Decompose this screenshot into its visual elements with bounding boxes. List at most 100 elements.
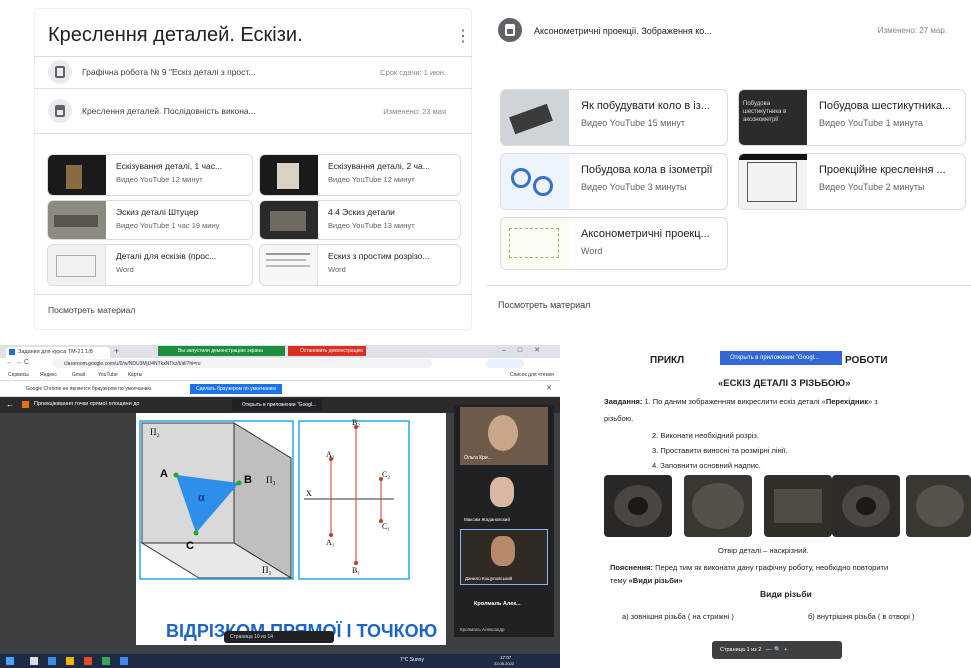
participants-panel: Ольга Кри... Максим Жадановский Данило К… <box>454 405 554 637</box>
task-text: 1. По даним зображенням викреслити ескіз… <box>644 397 826 406</box>
attachment-card[interactable]: Як побудувати коло в із... Видео YouTube… <box>500 89 728 146</box>
taskbar-apps <box>30 657 190 665</box>
view-material-link[interactable]: Посмотреть материал <box>48 305 135 315</box>
attachment-meta: Видео YouTube 13 минут <box>328 221 415 230</box>
bookmark-youtube[interactable]: YouTube <box>98 372 118 378</box>
attachment-card[interactable]: Аксонометричні проекц... Word <box>500 217 728 270</box>
part-photo <box>764 475 832 537</box>
document-title: «ЕСКІЗ ДЕТАЛІ З РІЗЬБОЮ» <box>718 378 851 389</box>
back-arrow-icon[interactable]: ← <box>6 400 14 409</box>
pdf-viewer: ← Проекціювання точки прямої площини до … <box>0 397 560 668</box>
attachment-card[interactable]: Ескізування деталі, 1 час... Видео YouTu… <box>47 154 253 196</box>
attachment-card[interactable]: Побудова кола в ізометрії Видео YouTube … <box>500 153 728 210</box>
task-item: 2. Виконати необхідний розріз. <box>652 431 759 440</box>
explanation-topic-prefix: тему <box>610 576 627 585</box>
bookmark-maps[interactable]: Карты <box>128 372 142 378</box>
file-title: Проекціювання точки прямої площини до <box>34 401 140 407</box>
open-with-button[interactable]: Открыть в приложении "Googl... <box>232 399 322 411</box>
bookmarks-bar: Сервисы Яндекс Gmail YouTube Карты Списо… <box>0 370 560 381</box>
page-separator: из <box>261 634 267 640</box>
attachment-card[interactable]: Ескізування деталі, 2 ча... Видео YouTub… <box>259 154 461 196</box>
geometry-drawing: Π₂ Π₃ Π₁ A B C α B₂ A₂ C₂ X C₁ A₁ B₁ <box>139 418 410 580</box>
part-photo <box>604 475 672 537</box>
open-with-button[interactable]: Открыть в приложении "Googl... <box>720 351 842 365</box>
thumbnail-caption: Побудова шестикутника в аксонометрії <box>743 101 787 123</box>
explanation-paragraph: Пояснення: Перед тим як виконати дану гр… <box>610 563 888 572</box>
task-paragraph: Завдання: 1. По даним зображенням викрес… <box>604 397 878 406</box>
attachment-meta: Видео YouTube 12 минут <box>116 175 203 184</box>
participant-tile[interactable]: Максим Жадановский <box>460 471 548 527</box>
clock-time: 17:07 <box>500 655 512 660</box>
plane-p2-label: Π₂ <box>150 427 160 437</box>
material-title: Аксонометричні проекції. Зображення ко..… <box>534 26 712 36</box>
material-icon <box>498 18 522 42</box>
bookmark-gmail[interactable]: Gmail <box>72 372 85 378</box>
stop-sharing-button[interactable]: Остановить демонстрацию <box>288 346 366 356</box>
more-options-icon[interactable]: ⋮ <box>455 26 471 46</box>
attachment-meta: Видео YouTube 15 минут <box>581 118 685 128</box>
task-item: 4. Заповнити основний надпис. <box>652 461 761 470</box>
thread-type-internal: б) внутрішня різьба ( в отворі ) <box>808 612 915 621</box>
url-field[interactable]: classroom.google.com/u/0/w/NDU3MjU4NTkxN… <box>52 359 432 368</box>
attachment-card[interactable]: Эскиз деталі Штуцер Видео YouTube 1 час … <box>47 200 253 240</box>
attachment-card[interactable]: Проекційне креслення ... Видео YouTube 2… <box>738 153 966 210</box>
screen-share-banner: Вы запустили демонстрацию экрана <box>158 346 285 356</box>
projection-b2-label: B₂ <box>352 418 360 427</box>
video-thumbnail <box>48 201 106 239</box>
participant-tile[interactable]: Данило Кощуловський <box>460 529 548 585</box>
video-thumbnail <box>501 154 569 209</box>
thread-types-title: Види різьби <box>760 589 812 599</box>
bookmark-yandex[interactable]: Яндекс <box>40 372 57 378</box>
attachment-title: Ескиз з простим розрізо... <box>328 251 430 261</box>
make-default-button[interactable]: Сделать браузером по умолчанию <box>190 384 283 394</box>
infobar-message: Google Chrome не является браузером по у… <box>26 386 153 392</box>
attachment-title: Деталі для ескізів (прос... <box>116 251 217 261</box>
navigation-arrows-icon[interactable]: ← → C <box>6 359 29 366</box>
attachment-card[interactable]: Деталі для ескізів (прос... Word <box>47 244 253 286</box>
page-label: Страница <box>720 647 745 653</box>
projection-a1-label: A₁ <box>326 538 335 547</box>
weather-status[interactable]: 7°С Sunny <box>400 657 424 663</box>
projection-c2-label: C₂ <box>382 470 390 479</box>
thread-type-external: а) зовнішня різьба ( на стрижні ) <box>622 612 734 621</box>
axis-x-label: X <box>306 489 312 498</box>
attachment-card[interactable]: 4 4 Эскиз детали Видео YouTube 13 минут <box>259 200 461 240</box>
bookmark-services[interactable]: Сервисы <box>8 372 29 378</box>
attachment-card[interactable]: Побудова шестикутника в аксонометрії Поб… <box>738 89 966 146</box>
view-material-link[interactable]: Посмотреть материал <box>498 300 590 310</box>
plane-p1-label: Π₁ <box>262 565 272 575</box>
plane-p3-label: Π₃ <box>266 475 276 485</box>
attachment-meta: Видео YouTube 3 минуты <box>581 182 687 192</box>
point-c-label: C <box>186 540 194 552</box>
projection-b1-label: B₁ <box>352 566 360 575</box>
pdf-file-icon <box>22 401 29 408</box>
attachment-meta: Word <box>328 265 346 274</box>
window-controls[interactable]: –□✕ <box>502 346 552 354</box>
profile-button[interactable] <box>486 359 524 368</box>
task-end: » з <box>867 397 878 406</box>
assignment-row[interactable]: Графічна робота № 9 "Ескіз деталі з прос… <box>34 57 472 87</box>
page-navigator[interactable]: Страница 10 из 14 <box>224 631 334 643</box>
video-thumbnail <box>48 155 106 195</box>
point-a-label: A <box>160 468 168 480</box>
document-thumbnail <box>260 245 318 285</box>
task-bold: Перехідник <box>825 397 868 406</box>
attachment-card[interactable]: Ескиз з простим розрізо... Word <box>259 244 461 286</box>
reading-list[interactable]: Список для чтения <box>510 372 554 378</box>
document-header-end: РОБОТИ <box>845 355 888 366</box>
document-viewer: ПРИКЛ Открыть в приложении "Googl... РОБ… <box>560 345 971 668</box>
start-icon[interactable] <box>6 657 14 665</box>
participant-tile[interactable]: Ольга Кри... <box>460 407 548 465</box>
page-navigator[interactable]: Страница 1 из 2 — 🔍 + <box>712 641 842 659</box>
tab-strip: Задания для курса ТМ-21 1/8 + Вы запусти… <box>0 345 560 358</box>
attachment-meta: Видео YouTube 2 минуты <box>819 182 925 192</box>
attachment-title: Як побудувати коло в із... <box>581 100 710 112</box>
close-icon[interactable]: ✕ <box>546 384 552 392</box>
page-number: 10 <box>254 634 260 640</box>
participant-name: Данило Кощуловський <box>465 576 513 581</box>
page-total: 2 <box>758 647 762 653</box>
browser-tab[interactable]: Задания для курса ТМ-21 1/8 <box>6 347 110 358</box>
material-row[interactable]: Креслення деталей. Послідовність викона.… <box>34 96 472 126</box>
explanation-topic: «Види різьби» <box>628 576 683 585</box>
new-tab-icon[interactable]: + <box>114 346 119 356</box>
